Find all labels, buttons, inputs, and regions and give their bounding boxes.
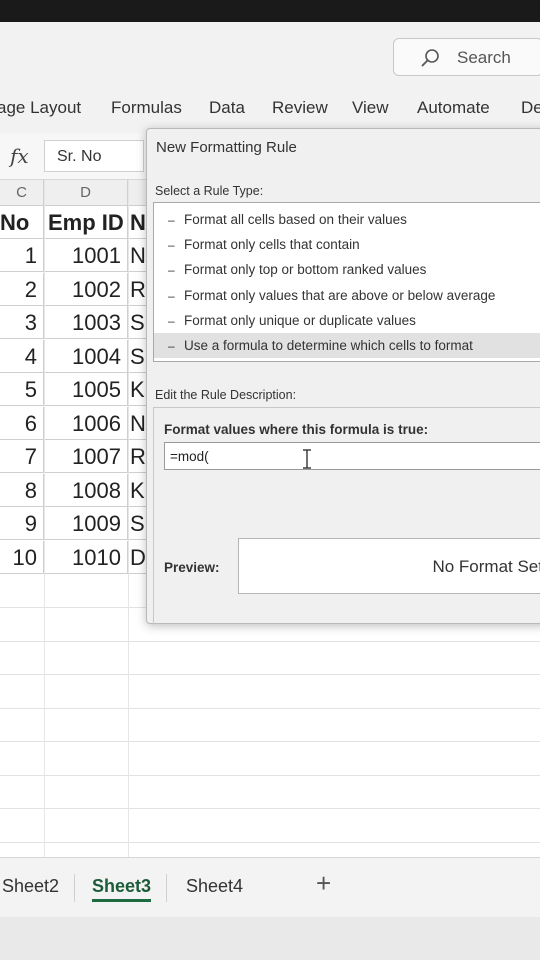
search-box[interactable]: Search bbox=[393, 38, 540, 76]
tab-automate[interactable]: Automate bbox=[417, 98, 490, 118]
cell-no[interactable]: 9 bbox=[0, 507, 44, 540]
select-rule-type-label: Select a Rule Type: bbox=[155, 184, 264, 198]
cell-emp-id[interactable]: 1008 bbox=[44, 473, 128, 507]
cell-no[interactable]: 6 bbox=[0, 406, 44, 440]
cell-name[interactable]: R bbox=[128, 440, 148, 473]
cell-no[interactable]: 8 bbox=[0, 473, 44, 507]
rule-bullet-icon: – bbox=[168, 263, 175, 278]
tab-data[interactable]: Data bbox=[209, 98, 245, 118]
column-header-c[interactable]: C bbox=[0, 180, 44, 206]
header-cell-emp-id[interactable]: Emp ID bbox=[44, 206, 128, 239]
column-header-e[interactable] bbox=[128, 180, 148, 206]
cell-no[interactable]: 1 bbox=[0, 239, 44, 272]
rule-type-label: Format only top or bottom ranked values bbox=[184, 262, 427, 278]
cell-name[interactable]: K bbox=[128, 373, 148, 406]
grid-line bbox=[0, 741, 540, 742]
cell-no[interactable]: 4 bbox=[0, 339, 44, 373]
sheet-tab-sheet3[interactable]: Sheet3 bbox=[92, 876, 152, 902]
cell-emp-id[interactable]: 1006 bbox=[44, 406, 128, 440]
grid-line bbox=[0, 707, 540, 709]
cell-no[interactable]: 7 bbox=[0, 440, 44, 473]
tab-review[interactable]: Review bbox=[272, 98, 328, 118]
add-sheet-button[interactable]: + bbox=[316, 868, 331, 899]
rule-bullet-icon: – bbox=[168, 339, 175, 353]
grid-line bbox=[0, 841, 540, 843]
cell-no[interactable]: 10 bbox=[0, 540, 44, 574]
rule-type-label: Format only unique or duplicate values bbox=[184, 312, 416, 328]
tab-developer[interactable]: De bbox=[521, 98, 540, 118]
cell-name[interactable]: S bbox=[128, 306, 148, 339]
sheet-tab-sheet4[interactable]: Sheet4 bbox=[186, 876, 243, 897]
formula-label: Format values where this formula is true… bbox=[164, 422, 429, 437]
preview-label: Preview: bbox=[164, 560, 220, 575]
new-formatting-rule-dialog: New Formatting Rule Select a Rule Type: … bbox=[146, 128, 540, 625]
rule-bullet-icon: – bbox=[168, 238, 175, 253]
rule-type-option[interactable]: – Format only top or bottom ranked values bbox=[154, 257, 540, 282]
tab-page-layout[interactable]: age Layout bbox=[0, 98, 81, 118]
grid-line bbox=[128, 180, 129, 880]
taskbar bbox=[0, 917, 540, 960]
dialog-title: New Formatting Rule bbox=[156, 139, 297, 156]
rule-type-option[interactable]: – Use a formula to determine which cells … bbox=[154, 333, 540, 358]
sheet-tab-sheet2[interactable]: Sheet2 bbox=[2, 876, 59, 897]
formula-input[interactable]: =mod( bbox=[164, 442, 540, 470]
tab-formulas[interactable]: Formulas bbox=[111, 98, 182, 118]
rule-type-label: Format all cells based on their values bbox=[184, 212, 407, 227]
preview-text: No Format Set bbox=[432, 557, 540, 576]
rule-type-option[interactable]: – Format only unique or duplicate values bbox=[154, 308, 540, 333]
cell-name[interactable]: N bbox=[128, 406, 148, 440]
search-icon bbox=[421, 49, 439, 67]
cell-emp-id[interactable]: 1001 bbox=[44, 239, 128, 272]
cell-emp-id[interactable]: 1005 bbox=[44, 373, 128, 406]
sheet-tab-divider bbox=[166, 874, 167, 902]
format-preview-box: No Format Set bbox=[238, 538, 540, 594]
cell-no[interactable]: 3 bbox=[0, 306, 44, 339]
rule-bullet-icon: – bbox=[168, 288, 175, 303]
rule-bullet-icon: – bbox=[168, 313, 175, 328]
fx-icon[interactable]: fx bbox=[10, 144, 29, 168]
grid-line bbox=[44, 180, 45, 880]
grid-line bbox=[0, 640, 540, 642]
column-header-d[interactable]: D bbox=[44, 180, 128, 206]
cell-name[interactable]: D bbox=[128, 540, 148, 574]
cell-emp-id[interactable]: 1002 bbox=[44, 272, 128, 306]
formula-bar-input[interactable]: Sr. No bbox=[44, 140, 144, 172]
cell-name[interactable]: S bbox=[128, 339, 148, 373]
rule-description-panel: Format values where this formula is true… bbox=[153, 407, 540, 625]
cell-emp-id[interactable]: 1007 bbox=[44, 440, 128, 473]
cell-name[interactable]: K bbox=[128, 473, 148, 507]
sheet-tab-bar: Sheet2 Sheet3 Sheet4 + bbox=[0, 857, 540, 917]
cell-no[interactable]: 2 bbox=[0, 272, 44, 306]
cell-emp-id[interactable]: 1003 bbox=[44, 306, 128, 339]
cell-emp-id[interactable]: 1004 bbox=[44, 339, 128, 373]
ribbon-tabs: age Layout Formulas Data Review View Aut… bbox=[0, 84, 540, 132]
screen: Search age Layout Formulas Data Review V… bbox=[0, 22, 540, 960]
edit-rule-description-label: Edit the Rule Description: bbox=[155, 388, 297, 402]
title-bar: Search bbox=[0, 22, 540, 84]
grid-line bbox=[0, 774, 540, 776]
text-cursor-icon bbox=[303, 449, 311, 469]
rule-type-label: Format only values that are above or bel… bbox=[184, 287, 496, 303]
cell-name[interactable]: S bbox=[128, 507, 148, 540]
rule-type-option[interactable]: – Format only cells that contain bbox=[154, 232, 540, 257]
search-label: Search bbox=[457, 48, 511, 67]
cell-emp-id[interactable]: 1009 bbox=[44, 507, 128, 540]
rule-type-label: Format only cells that contain bbox=[184, 237, 360, 253]
grid-line bbox=[0, 674, 540, 675]
header-cell-name[interactable]: N bbox=[128, 206, 148, 239]
rule-type-list[interactable]: – Format all cells based on their values –… bbox=[153, 202, 540, 362]
cell-emp-id[interactable]: 1010 bbox=[44, 540, 128, 574]
cell-no[interactable]: 5 bbox=[0, 373, 44, 406]
rule-type-label: Use a formula to determine which cells t… bbox=[184, 338, 473, 353]
rule-type-option[interactable]: – Format only values that are above or be… bbox=[154, 283, 540, 308]
tab-view[interactable]: View bbox=[352, 98, 389, 118]
sheet-tab-divider bbox=[74, 874, 75, 902]
cell-name[interactable]: R bbox=[128, 272, 148, 306]
header-cell-no[interactable]: No bbox=[0, 206, 44, 239]
rule-bullet-icon: – bbox=[168, 213, 175, 227]
rule-type-option[interactable]: – Format all cells based on their values bbox=[154, 207, 540, 232]
grid-line bbox=[0, 808, 540, 809]
cell-name[interactable]: N bbox=[128, 239, 148, 272]
